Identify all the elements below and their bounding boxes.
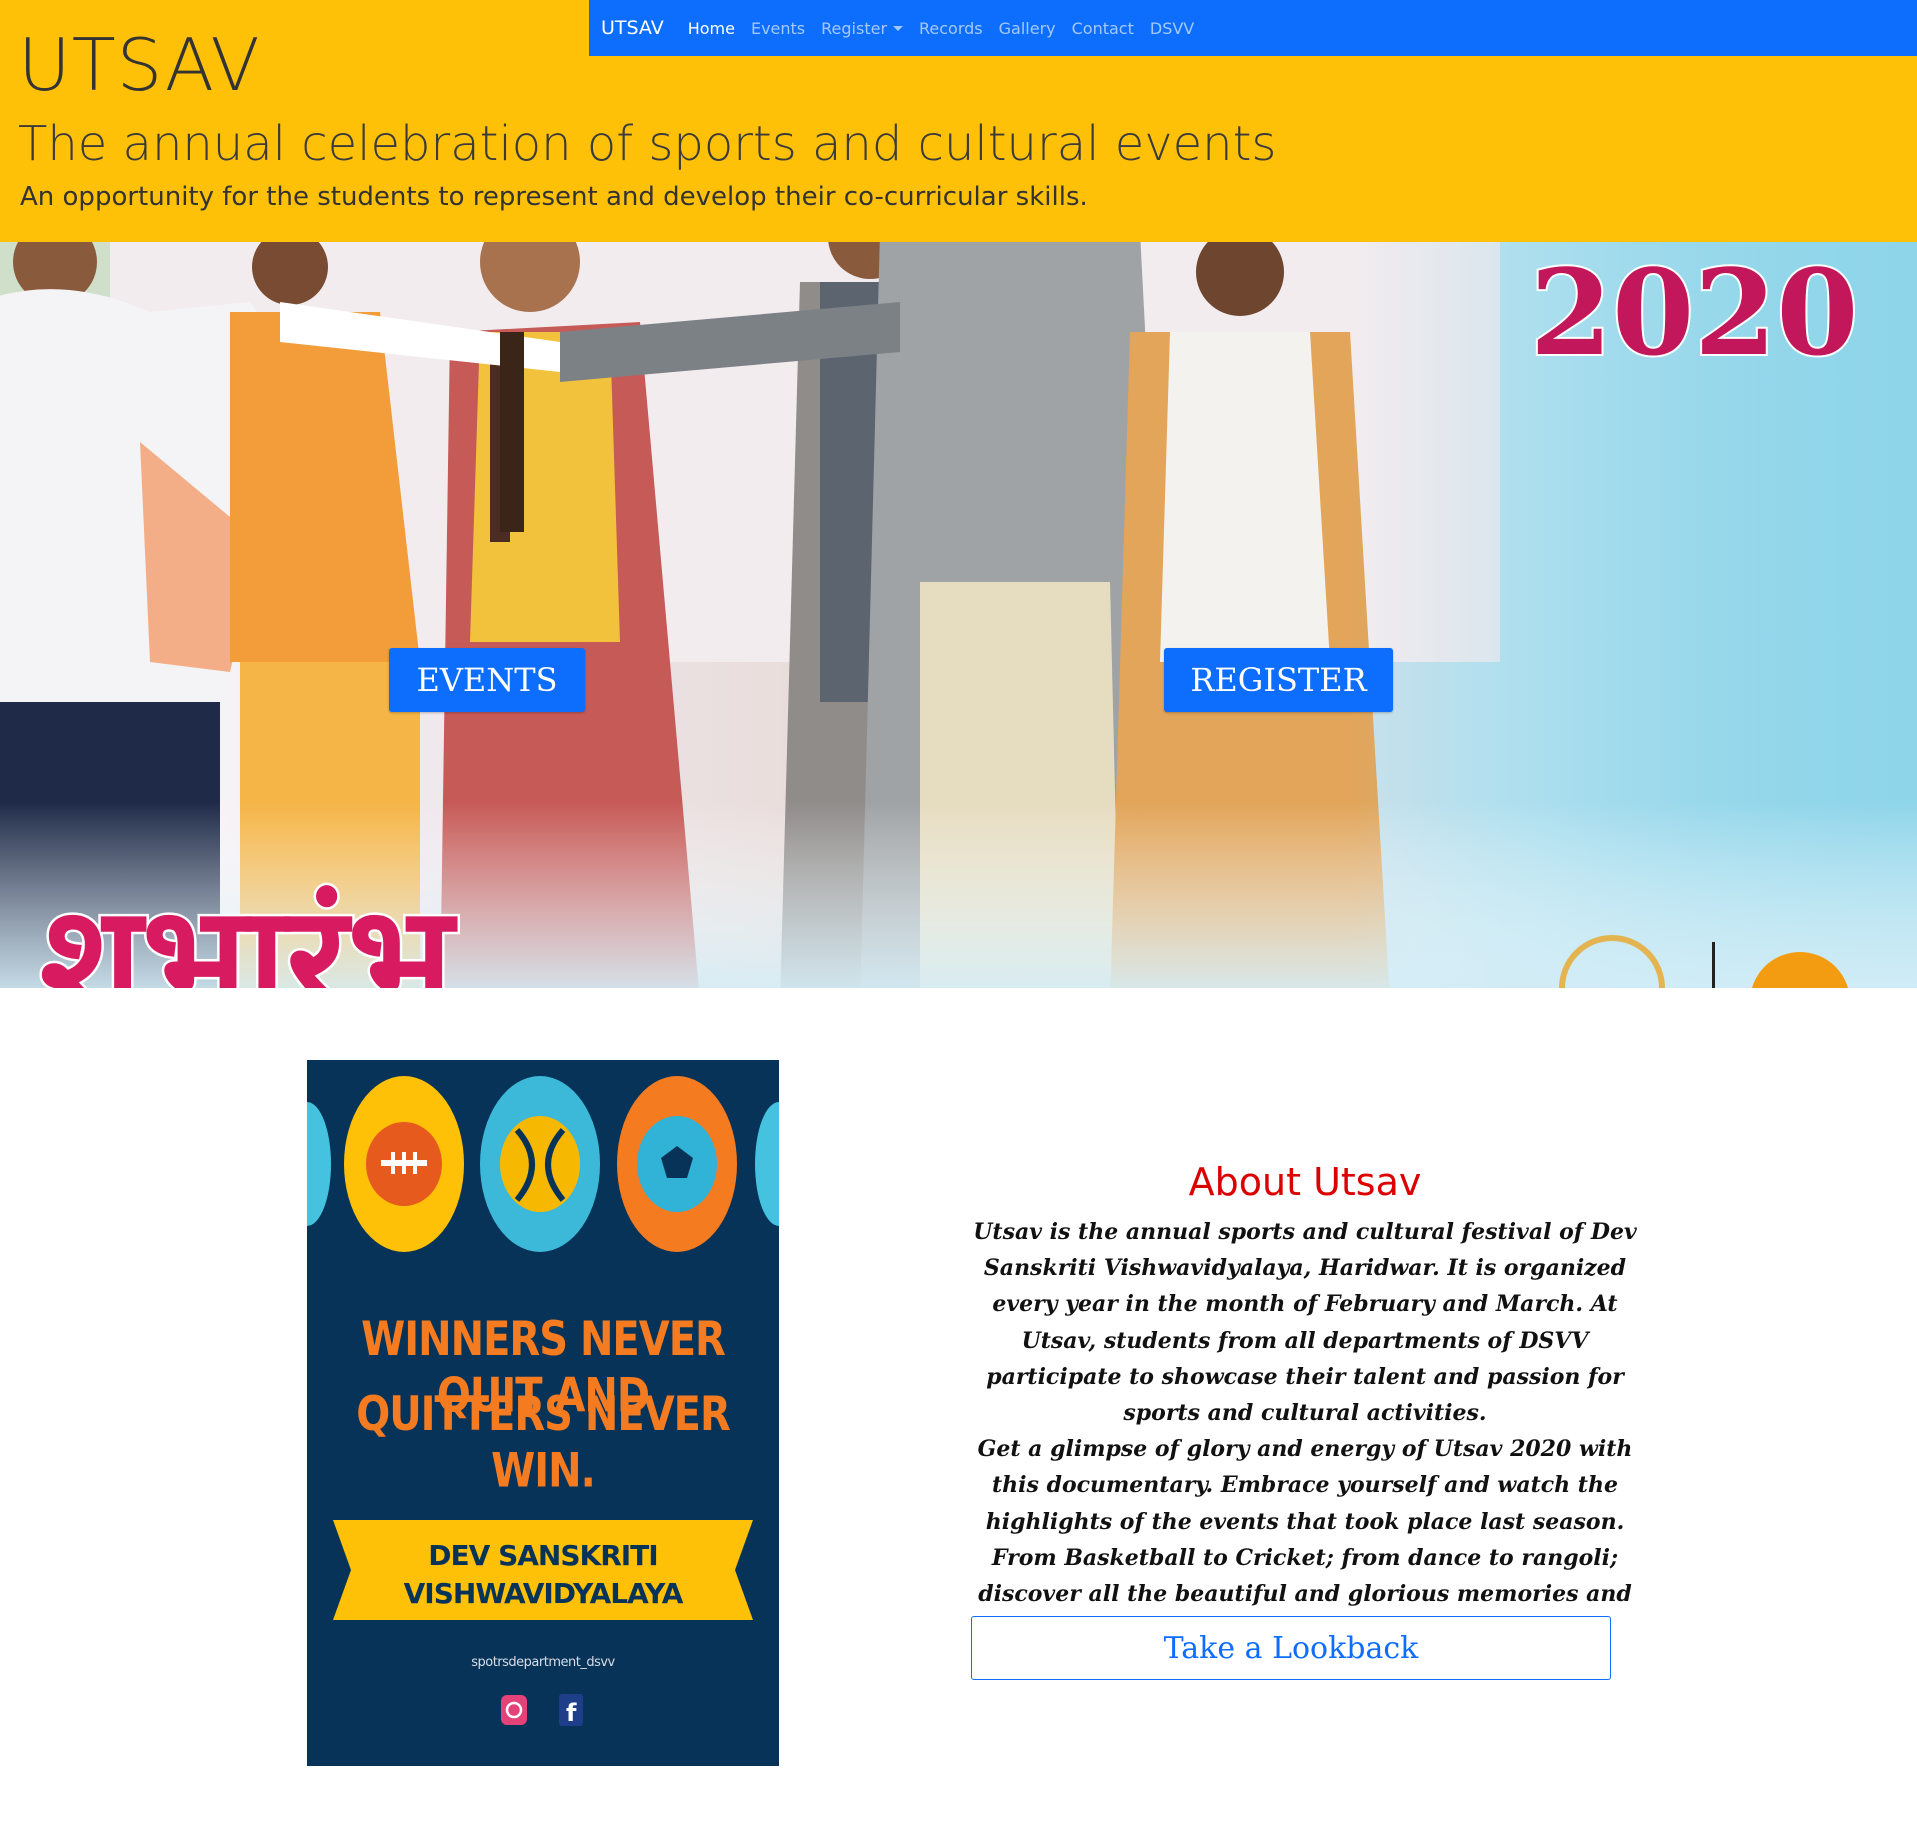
nav-records-link[interactable]: Records — [919, 19, 983, 38]
nav-home-link[interactable]: Home — [688, 19, 735, 38]
poster-university-line-1: DEV SANSKRITI — [428, 1539, 658, 1572]
poster-social-handle: spotrsdepartment_dsvv — [471, 1655, 615, 1670]
page-title: UTSAV — [18, 23, 261, 107]
soccer-ball-icon — [617, 1076, 737, 1252]
poster-university-line-2: VISHWAVIDYALAYA — [403, 1577, 684, 1610]
motivation-poster: f WINNERS NEVER QUIT AND QUITTERS NEVER … — [307, 1060, 779, 1766]
banner-hindi-text: शुभारंभ — [40, 874, 458, 988]
take-a-lookback-button[interactable]: Take a Lookback — [971, 1616, 1611, 1680]
facebook-icon: f — [559, 1694, 583, 1727]
about-paragraph-2: Get a glimpse of glory and energy of Uts… — [977, 1436, 1633, 1643]
tagline: The annual celebration of sports and cul… — [18, 116, 1277, 172]
header-subtitle: An opportunity for the students to repre… — [20, 182, 1088, 212]
nav-register-label: Register — [821, 18, 888, 38]
year-2020-text: 2020 — [1530, 243, 1858, 382]
hero-image: 2020 शुभारंभ EVENTS REGISTER — [0, 242, 1917, 988]
events-button[interactable]: EVENTS — [389, 648, 585, 712]
about-paragraph-1: Utsav is the annual sports and cultural … — [973, 1219, 1637, 1427]
nav-contact-link[interactable]: Contact — [1072, 19, 1134, 38]
about-heading: About Utsav — [1188, 1160, 1422, 1204]
nav-dsvv-link[interactable]: DSVV — [1150, 19, 1194, 38]
nav-gallery-link[interactable]: Gallery — [999, 19, 1056, 38]
nav-events-link[interactable]: Events — [751, 19, 805, 38]
navbar: UTSAV Home Events Register Records Galle… — [589, 0, 1917, 56]
about-text: Utsav is the annual sports and cultural … — [970, 1214, 1640, 1648]
navbar-brand[interactable]: UTSAV — [601, 17, 664, 39]
hero-photo-illustration: 2020 शुभारंभ — [0, 242, 1917, 988]
poster-slogan-line-2: QUITTERS NEVER WIN. — [356, 1387, 731, 1499]
tennis-ball-icon — [480, 1076, 600, 1252]
register-button[interactable]: REGISTER — [1164, 648, 1393, 712]
svg-text:f: f — [566, 1699, 577, 1727]
instagram-icon — [501, 1695, 527, 1725]
chevron-down-icon — [893, 25, 904, 31]
nav-register-dropdown[interactable]: Register — [821, 18, 904, 38]
football-icon — [344, 1076, 464, 1252]
